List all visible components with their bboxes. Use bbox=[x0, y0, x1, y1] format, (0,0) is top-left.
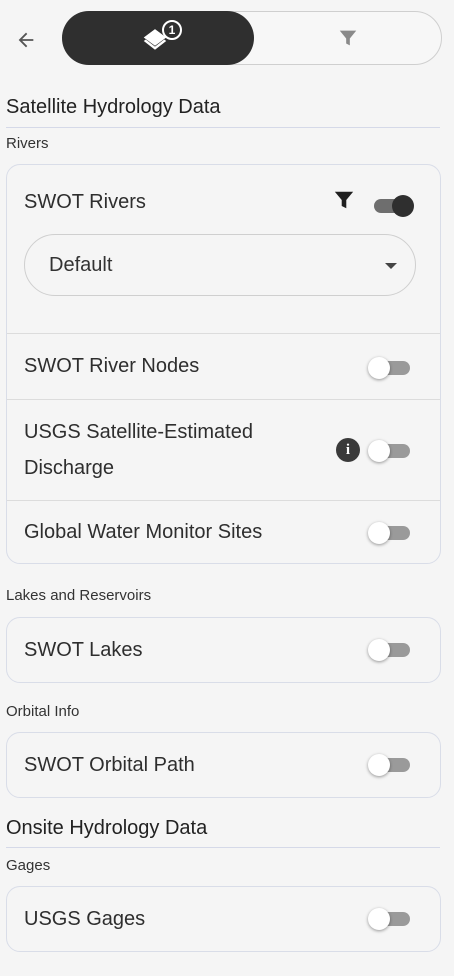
group-label-rivers: Rivers bbox=[6, 135, 49, 152]
panel-tabs: 1 bbox=[62, 11, 442, 65]
section-divider bbox=[6, 847, 440, 848]
section-title-satellite: Satellite Hydrology Data bbox=[6, 96, 221, 118]
info-icon[interactable]: i bbox=[336, 438, 360, 462]
layers-count-badge: 1 bbox=[162, 20, 182, 40]
layers-icon-wrap: 1 bbox=[138, 20, 182, 56]
select-value: Default bbox=[49, 253, 113, 276]
layer-row-usgs-discharge: USGS Satellite-Estimated Discharge i bbox=[7, 399, 440, 500]
layer-label: USGS Satellite-Estimated Discharge bbox=[24, 421, 253, 479]
group-label-orbital: Orbital Info bbox=[6, 703, 80, 720]
layer-row-swot-lakes: SWOT Lakes bbox=[7, 618, 440, 682]
layer-row-swot-rivers: SWOT Rivers Default bbox=[7, 165, 440, 333]
orbital-card: SWOT Orbital Path bbox=[6, 732, 441, 798]
toggle-swot-rivers[interactable] bbox=[368, 195, 414, 217]
gages-card: USGS Gages bbox=[6, 886, 441, 952]
toggle-thumb bbox=[368, 754, 390, 776]
toggle-usgs-discharge[interactable] bbox=[368, 440, 410, 462]
layer-row-usgs-gages: USGS Gages bbox=[7, 887, 440, 951]
filter-icon[interactable] bbox=[332, 189, 356, 211]
layer-row-global-water-monitor: Global Water Monitor Sites bbox=[7, 500, 440, 563]
style-select[interactable]: Default bbox=[24, 234, 416, 296]
group-label-lakes: Lakes and Reservoirs bbox=[6, 587, 152, 604]
toggle-swot-lakes[interactable] bbox=[368, 639, 410, 661]
section-title-onsite: Onsite Hydrology Data bbox=[6, 817, 208, 839]
lakes-card: SWOT Lakes bbox=[6, 617, 441, 683]
toggle-global-water-monitor[interactable] bbox=[368, 522, 410, 544]
rivers-card: SWOT Rivers Default SWOT River Nodes USG… bbox=[6, 164, 441, 564]
back-button[interactable] bbox=[8, 22, 44, 58]
toggle-swot-river-nodes[interactable] bbox=[368, 357, 410, 379]
filter-icon bbox=[339, 30, 357, 46]
toggle-usgs-gages[interactable] bbox=[368, 908, 410, 930]
toggle-thumb bbox=[368, 440, 390, 462]
toggle-swot-orbital-path[interactable] bbox=[368, 754, 410, 776]
toggle-thumb bbox=[368, 357, 390, 379]
tab-layers[interactable]: 1 bbox=[62, 11, 254, 65]
toggle-thumb bbox=[368, 639, 390, 661]
group-label-gages: Gages bbox=[6, 857, 51, 874]
layer-row-swot-river-nodes: SWOT River Nodes bbox=[7, 333, 440, 399]
toggle-thumb bbox=[368, 908, 390, 930]
toggle-thumb bbox=[392, 195, 414, 217]
chevron-down-icon bbox=[385, 263, 397, 269]
arrow-left-icon bbox=[18, 32, 34, 48]
panel-header: 1 bbox=[0, 0, 454, 80]
section-divider bbox=[6, 127, 440, 128]
layer-row-swot-orbital-path: SWOT Orbital Path bbox=[7, 733, 440, 797]
tab-filter[interactable] bbox=[253, 12, 443, 64]
toggle-thumb bbox=[368, 522, 390, 544]
